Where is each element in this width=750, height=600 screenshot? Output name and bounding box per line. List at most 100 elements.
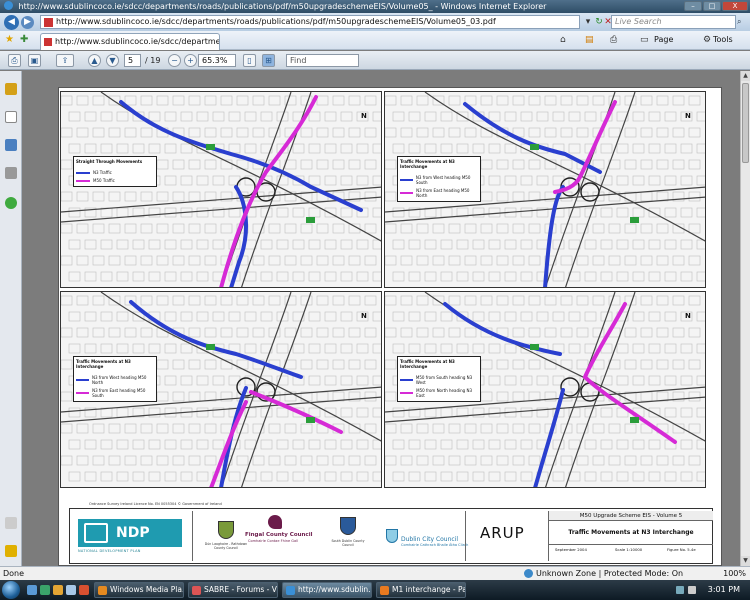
address-dropdown-icon[interactable]: ▾ bbox=[583, 17, 593, 27]
previous-page-icon[interactable]: ▲ bbox=[88, 54, 101, 67]
attachments-icon[interactable] bbox=[5, 167, 17, 179]
building-block bbox=[385, 455, 397, 466]
building-block bbox=[324, 471, 337, 482]
building-block bbox=[196, 375, 209, 386]
next-page-icon[interactable]: ▼ bbox=[106, 54, 119, 67]
council-fingal-subtitle: Comhairle Contae Fhine Gall bbox=[248, 539, 299, 543]
building-block bbox=[244, 343, 257, 354]
print-icon[interactable]: ⎙ bbox=[610, 35, 617, 45]
building-block bbox=[372, 143, 381, 154]
building-block bbox=[552, 471, 565, 482]
page-menu-icon[interactable]: ▭ bbox=[640, 35, 649, 45]
building-block bbox=[624, 359, 637, 370]
building-block bbox=[600, 439, 613, 450]
legend-title: Traffic Movements at N3 Interchange bbox=[400, 359, 455, 369]
scroll-thumb[interactable] bbox=[742, 83, 749, 163]
building-block bbox=[664, 471, 677, 482]
building-block bbox=[180, 239, 193, 250]
pages-icon[interactable] bbox=[5, 111, 17, 123]
building-block bbox=[480, 455, 493, 466]
taskbar-label: Windows Media Pla... bbox=[110, 585, 184, 594]
start-button[interactable] bbox=[2, 581, 20, 599]
fit-width-icon[interactable]: ⊞ bbox=[262, 54, 275, 67]
building-block bbox=[244, 439, 257, 450]
close-button[interactable]: X bbox=[722, 1, 748, 11]
home-icon[interactable]: ⌂ bbox=[560, 35, 566, 45]
quicklaunch-icon[interactable] bbox=[79, 585, 89, 595]
taskbar-button[interactable]: http://www.sdublin... bbox=[282, 582, 372, 598]
building-block bbox=[656, 359, 669, 370]
building-block bbox=[316, 391, 329, 402]
building-block bbox=[364, 391, 377, 402]
lock-icon[interactable] bbox=[5, 83, 17, 95]
taskbar-button[interactable]: SABRE - Forums - Vi... bbox=[188, 582, 278, 598]
zoom-out-icon[interactable]: − bbox=[168, 54, 181, 67]
bookmarks-icon[interactable] bbox=[5, 139, 17, 151]
volume-icon[interactable] bbox=[688, 586, 696, 594]
legend-swatch bbox=[400, 379, 413, 381]
clock[interactable]: 3:01 PM bbox=[708, 582, 740, 598]
fit-page-icon[interactable]: ▯ bbox=[243, 54, 256, 67]
taskbar-button[interactable]: M1 interchange - Pa... bbox=[376, 582, 466, 598]
building-block bbox=[308, 111, 321, 122]
quicklaunch-icon[interactable] bbox=[27, 585, 37, 595]
building-block bbox=[432, 127, 445, 138]
page-menu-button[interactable]: Page bbox=[654, 35, 673, 44]
paperclip-icon[interactable] bbox=[5, 517, 17, 529]
building-block bbox=[276, 407, 289, 418]
maximize-button[interactable]: □ bbox=[703, 1, 721, 11]
tab-current[interactable]: http://www.sdublincoco.ie/sdcc/departmen… bbox=[40, 33, 220, 50]
building-block bbox=[204, 127, 217, 138]
building-block bbox=[84, 271, 97, 282]
legend-swatch bbox=[400, 179, 413, 181]
back-button[interactable]: ◀ bbox=[4, 15, 19, 30]
building-block bbox=[61, 327, 73, 338]
favorites-star-icon[interactable]: ★ bbox=[5, 34, 14, 45]
quicklaunch-icon[interactable] bbox=[66, 585, 76, 595]
pdf-print-icon[interactable]: ⎙ bbox=[8, 54, 21, 67]
taskbar: Windows Media Pla... SABRE - Forums - Vi… bbox=[0, 580, 750, 600]
building-block bbox=[392, 111, 405, 122]
pdf-save-icon[interactable]: ▣ bbox=[28, 54, 41, 67]
forward-button[interactable]: ▶ bbox=[21, 16, 34, 29]
building-block bbox=[552, 271, 565, 282]
search-icon[interactable]: ⌕ bbox=[737, 16, 748, 28]
council-dlr-name: Dún Laoghaire - Rathdown County Council bbox=[204, 542, 248, 550]
scroll-down-icon[interactable]: ▼ bbox=[741, 556, 750, 566]
building-block bbox=[356, 271, 369, 282]
quicklaunch-icon[interactable] bbox=[40, 585, 50, 595]
building-block bbox=[156, 295, 169, 306]
live-search-input[interactable]: Live Search ⌕ bbox=[611, 15, 741, 29]
building-block bbox=[308, 239, 321, 250]
building-block bbox=[188, 127, 201, 138]
pdf-share-icon[interactable]: ⇪ bbox=[56, 54, 74, 67]
feeds-icon[interactable]: ▤ bbox=[585, 35, 594, 45]
building-block bbox=[196, 271, 209, 282]
vertical-scrollbar[interactable]: ▲ ▼ bbox=[740, 71, 750, 566]
security-zone[interactable]: Unknown Zone | Protected Mode: On bbox=[536, 567, 683, 580]
zoom-input[interactable]: 65.3% bbox=[198, 54, 236, 67]
minimize-button[interactable]: – bbox=[684, 1, 702, 11]
building-block bbox=[61, 391, 73, 402]
page-number-input[interactable]: 5 bbox=[124, 54, 141, 67]
building-block bbox=[680, 375, 693, 386]
network-icon[interactable] bbox=[676, 586, 684, 594]
scroll-up-icon[interactable]: ▲ bbox=[741, 71, 750, 81]
tools-menu-icon[interactable]: ⚙ bbox=[703, 35, 711, 45]
building-block bbox=[188, 359, 201, 370]
find-input[interactable]: Find bbox=[286, 54, 359, 67]
building-block bbox=[228, 143, 241, 154]
zoom-in-icon[interactable]: + bbox=[184, 54, 197, 67]
add-favorites-icon[interactable]: ✚ bbox=[20, 34, 28, 45]
building-block bbox=[148, 471, 161, 482]
building-block bbox=[560, 95, 573, 106]
tools-menu-button[interactable]: Tools bbox=[713, 35, 733, 44]
comments-icon[interactable] bbox=[5, 545, 17, 557]
building-block bbox=[424, 311, 437, 322]
status-zoom[interactable]: 100% bbox=[723, 567, 746, 580]
address-input[interactable]: http://www.sdublincoco.ie/sdcc/departmen… bbox=[40, 15, 580, 29]
quicklaunch-icon[interactable] bbox=[53, 585, 63, 595]
taskbar-button[interactable]: Windows Media Pla... bbox=[94, 582, 184, 598]
help-icon[interactable] bbox=[5, 197, 17, 209]
building-block bbox=[480, 223, 493, 234]
